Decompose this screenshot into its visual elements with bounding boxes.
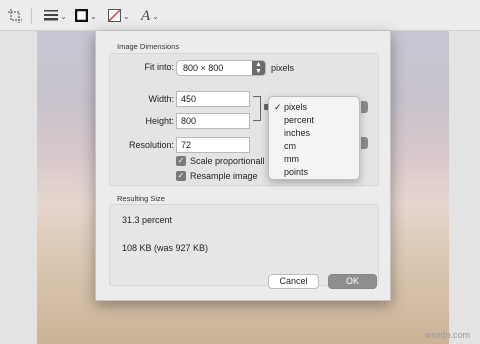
- checkmark-icon: ✓: [274, 102, 282, 112]
- menu-item-percent[interactable]: percent: [269, 114, 359, 127]
- text-style-icon: A: [141, 7, 151, 24]
- height-label: Height:: [145, 116, 174, 126]
- fill-color-icon: [108, 8, 121, 24]
- menu-item-cm[interactable]: cm: [269, 140, 359, 153]
- fit-into-value: 800 × 800: [183, 63, 224, 73]
- menu-item-pixels[interactable]: ✓ pixels: [269, 101, 359, 114]
- result-file-size: 108 KB (was 927 KB): [122, 243, 209, 253]
- line-style-button[interactable]: ⌄: [44, 7, 67, 25]
- resulting-size-title: Resulting Size: [117, 194, 165, 203]
- height-field[interactable]: 800: [176, 113, 250, 129]
- checkmark-icon: ✓: [176, 156, 186, 166]
- resolution-label: Resolution:: [128, 140, 174, 150]
- fit-into-select[interactable]: 800 × 800 ▲ ▼: [176, 60, 266, 76]
- toolbar-divider: [31, 8, 32, 24]
- resolution-unit-select-stub[interactable]: [361, 137, 368, 149]
- border-color-button[interactable]: ⌄: [74, 7, 97, 25]
- fit-into-label: Fit into:: [144, 62, 174, 72]
- scale-proportionally-label: Scale proportionall: [190, 156, 265, 166]
- resample-image-label: Resample image: [190, 171, 258, 181]
- resolution-field[interactable]: 72: [176, 137, 250, 153]
- chevron-down-icon: ⌄: [152, 11, 159, 21]
- proportion-bracket: [253, 96, 261, 121]
- menu-item-points[interactable]: points: [269, 166, 359, 179]
- cancel-button[interactable]: Cancel: [268, 274, 319, 289]
- fill-color-button[interactable]: ⌄: [108, 7, 130, 25]
- markup-toolbar: ⌄ ⌄ ⌄ A ⌄: [0, 0, 480, 31]
- resample-image-checkbox[interactable]: ✓ Resample image: [176, 171, 258, 181]
- ok-button[interactable]: OK: [328, 274, 377, 289]
- units-dropdown-menu: ✓ pixels percent inches cm mm points: [268, 96, 360, 180]
- result-percent: 31.3 percent: [122, 215, 173, 225]
- chevron-down-icon: ⌄: [60, 11, 67, 21]
- image-dimensions-title: Image Dimensions: [117, 42, 180, 51]
- size-unit-select-stub[interactable]: [361, 101, 368, 113]
- chevron-down-icon: ⌄: [90, 11, 97, 21]
- chevron-up-down-icon: ▲ ▼: [252, 61, 265, 75]
- line-style-icon: [44, 9, 58, 23]
- menu-item-inches[interactable]: inches: [269, 127, 359, 140]
- menu-item-mm[interactable]: mm: [269, 153, 359, 166]
- checkmark-icon: ✓: [176, 171, 186, 181]
- crop-icon[interactable]: [8, 7, 22, 25]
- width-label: Width:: [148, 94, 174, 104]
- chevron-down-icon: ⌄: [123, 11, 130, 21]
- fit-into-unit: pixels: [271, 63, 295, 73]
- scale-proportionally-checkbox[interactable]: ✓ Scale proportionall: [176, 156, 265, 166]
- border-color-icon: [74, 8, 89, 24]
- watermark: wsxdn.com: [424, 330, 470, 340]
- width-field[interactable]: 450: [176, 91, 250, 107]
- text-style-button[interactable]: A ⌄: [141, 7, 159, 25]
